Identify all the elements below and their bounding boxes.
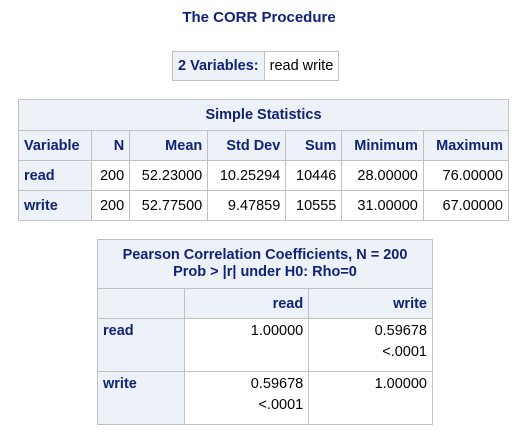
pearson-correlation-table: Pearson Correlation Coefficients, N = 20… — [96, 239, 433, 425]
variables-value: read write — [263, 51, 340, 81]
pearson-row-header-write: write — [96, 371, 186, 425]
cell-std-dev: 9.47859 — [207, 190, 287, 221]
pearson-caption-row: Pearson Correlation Coefficients, N = 20… — [97, 239, 433, 289]
cell-sum: 10555 — [285, 190, 343, 221]
pearson-cell: 0.59678 <.0001 — [184, 371, 310, 425]
correlation-value: 0.59678 — [374, 323, 427, 339]
pearson-caption-line-1: Pearson Correlation Coefficients, N = 20… — [122, 247, 408, 263]
simple-statistics-header-row: Variable N Mean Std Dev Sum Minimum Maxi… — [18, 130, 510, 161]
cell-sum: 10446 — [285, 160, 343, 191]
simple-statistics-table: Simple Statistics Variable N Mean Std De… — [18, 99, 510, 221]
variables-label: 2 Variables: — [172, 51, 265, 81]
p-value: <.0001 — [382, 344, 427, 360]
variables-row: 2 Variables: read write — [172, 51, 340, 81]
pearson-cell: 1.00000 — [184, 318, 310, 372]
column-header-std-dev: Std Dev — [207, 130, 287, 161]
procedure-title: The CORR Procedure — [182, 9, 336, 26]
cell-std-dev: 10.25294 — [207, 160, 287, 191]
column-header-n: N — [90, 130, 131, 161]
cell-n: 200 — [90, 190, 131, 221]
row-header-read: read — [18, 160, 92, 191]
cell-n: 200 — [90, 160, 131, 191]
correlation-value: 1.00000 — [250, 323, 304, 339]
pearson-column-header-read: read — [184, 288, 310, 319]
table-row: write 0.59678 <.0001 1.00000 — [96, 371, 433, 425]
correlation-value: 1.00000 — [374, 376, 427, 392]
simple-statistics-caption-row: Simple Statistics — [18, 99, 509, 131]
cell-mean: 52.23000 — [129, 160, 209, 191]
cell-maximum: 76.00000 — [422, 160, 510, 191]
cell-minimum: 31.00000 — [341, 190, 424, 221]
column-header-minimum: Minimum — [341, 130, 424, 161]
cell-maximum: 67.00000 — [422, 190, 510, 221]
column-header-variable: Variable — [18, 130, 92, 161]
pearson-header-row: read write — [96, 288, 433, 319]
pearson-caption-line-2: Prob > |r| under H0: Rho=0 — [173, 264, 357, 280]
cell-mean: 52.77500 — [129, 190, 209, 221]
cell-minimum: 28.00000 — [341, 160, 424, 191]
pearson-row-header-read: read — [96, 318, 186, 372]
pearson-column-header-write: write — [308, 288, 433, 319]
table-row: read 1.00000 0.59678 <.0001 — [96, 318, 433, 372]
simple-statistics-caption: Simple Statistics — [18, 99, 509, 131]
column-header-sum: Sum — [285, 130, 343, 161]
column-header-mean: Mean — [129, 130, 209, 161]
column-header-maximum: Maximum — [422, 130, 510, 161]
p-value: <.0001 — [258, 397, 304, 413]
pearson-cell: 0.59678 <.0001 — [308, 318, 433, 372]
table-row: write 200 52.77500 9.47859 10555 31.0000… — [18, 190, 510, 221]
variables-table: 2 Variables: read write — [172, 51, 340, 81]
pearson-cell: 1.00000 — [308, 371, 433, 425]
table-row: read 200 52.23000 10.25294 10446 28.0000… — [18, 160, 510, 191]
pearson-caption: Pearson Correlation Coefficients, N = 20… — [97, 239, 433, 289]
pearson-corner-cell — [96, 288, 186, 319]
row-header-write: write — [18, 190, 92, 221]
correlation-value: 0.59678 — [250, 376, 304, 392]
